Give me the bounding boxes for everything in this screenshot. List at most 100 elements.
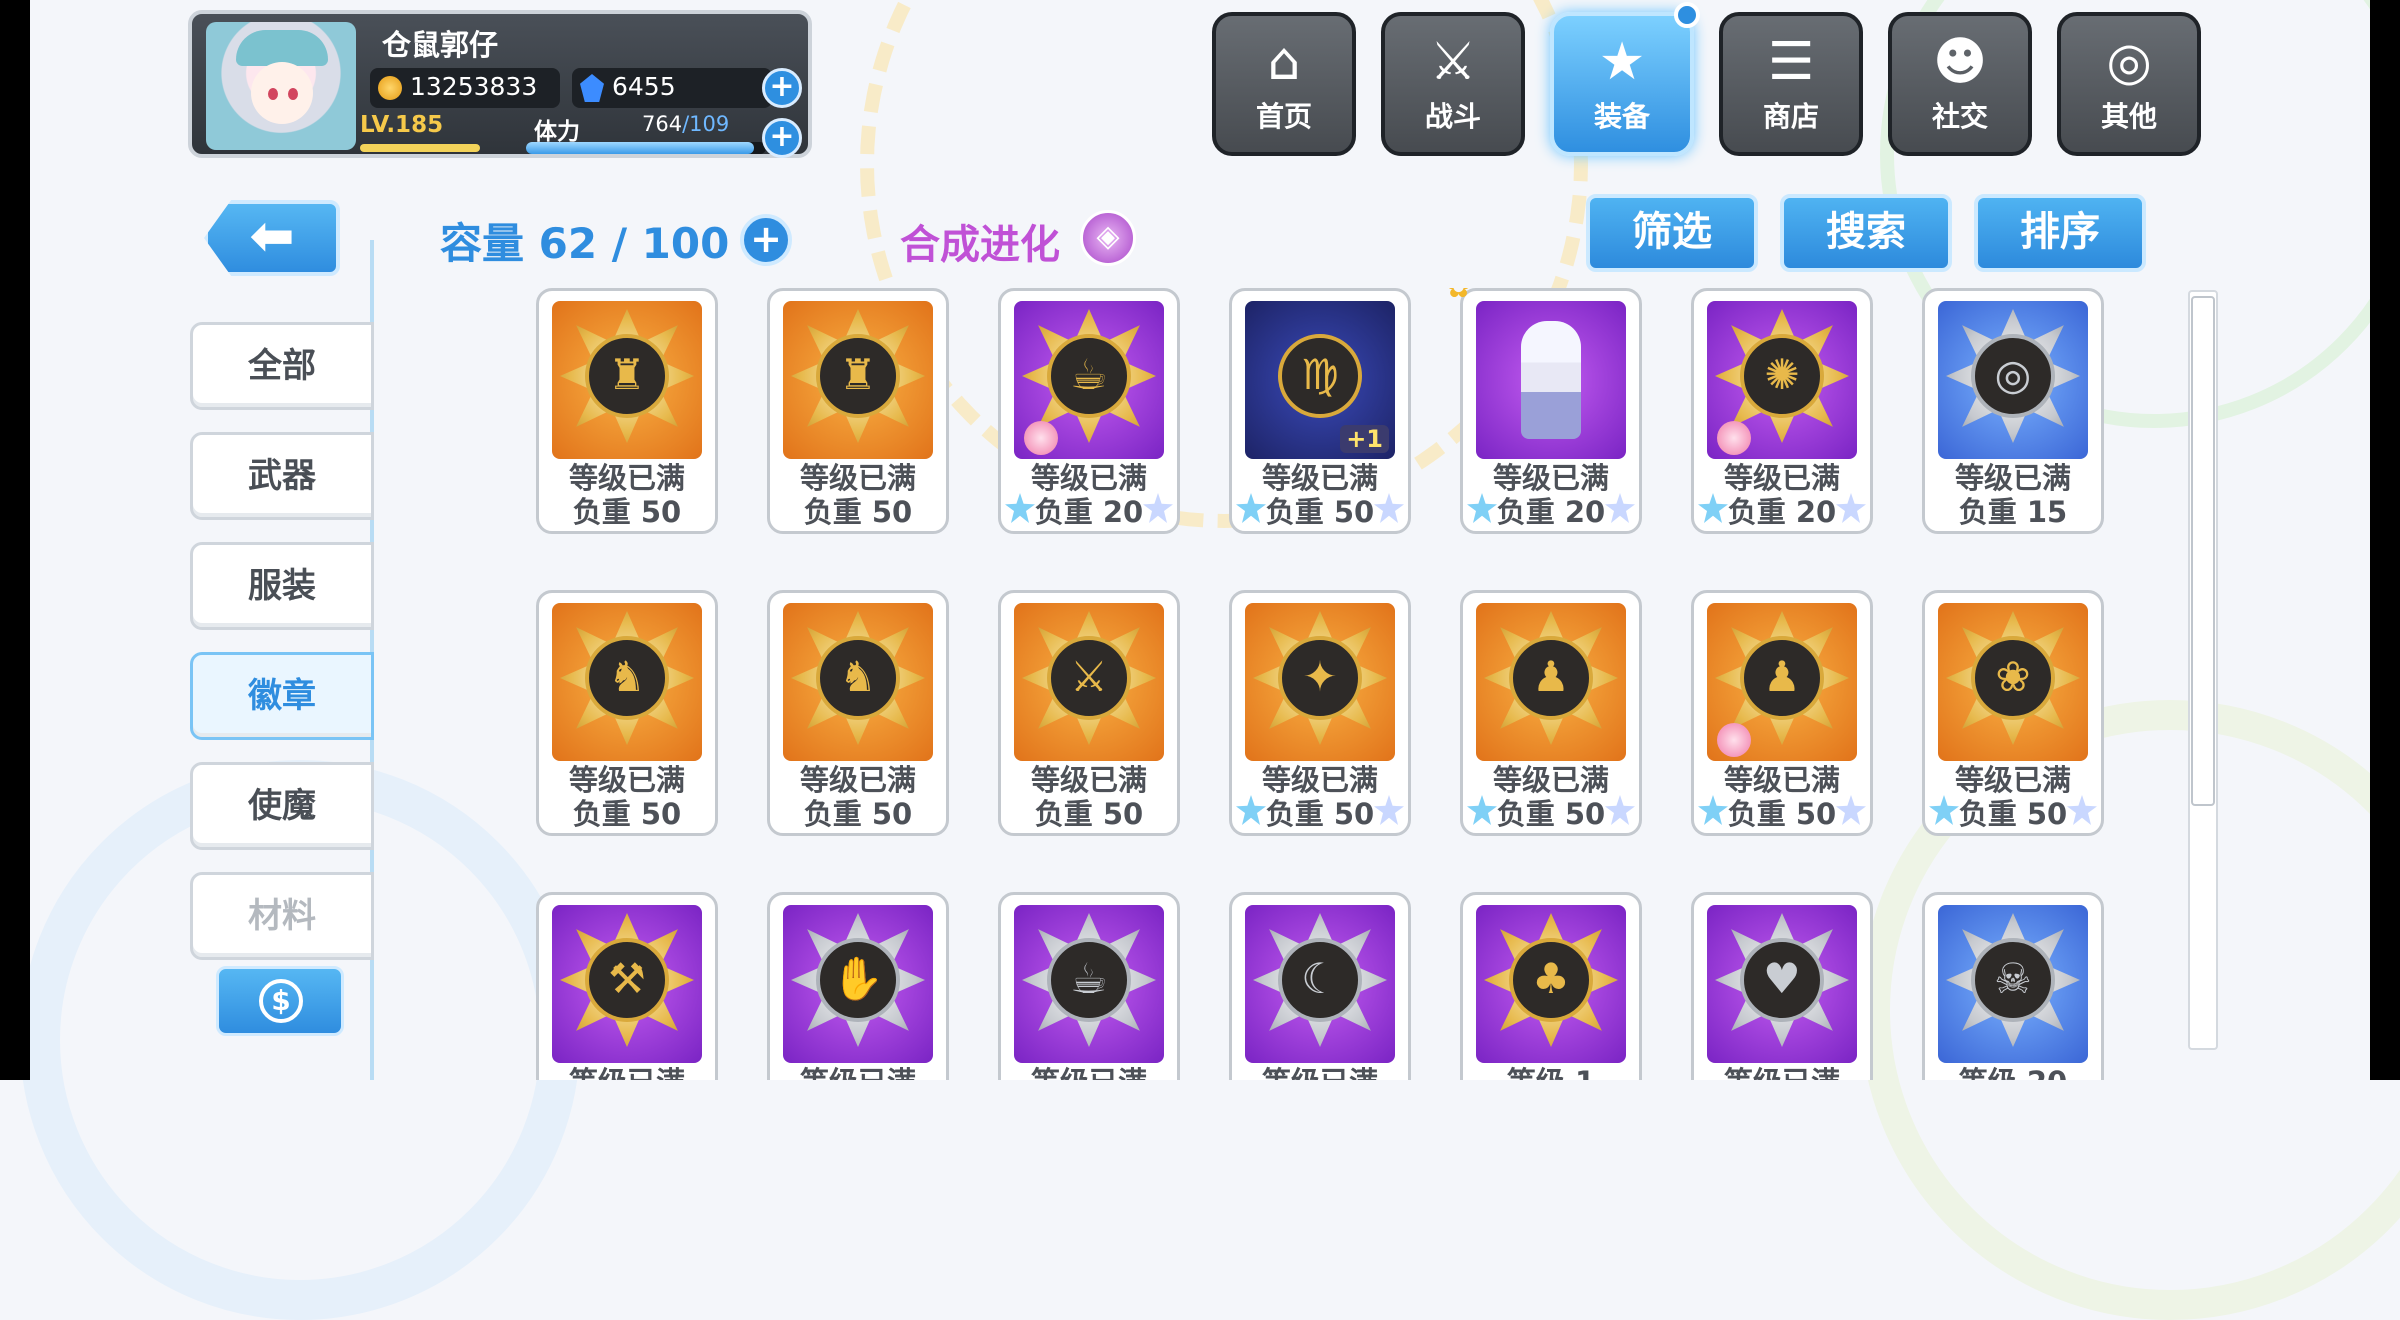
badge-status: 等级已满 — [1001, 1065, 1177, 1080]
sidebar-item-all[interactable]: 全部 — [190, 322, 374, 410]
nav-equip[interactable]: ★ 装备 — [1550, 12, 1694, 156]
sidebar-item-familiars[interactable]: 使魔 — [190, 762, 374, 850]
badge-image: ❀ — [1938, 603, 2088, 761]
badge-image: ◎ — [1938, 301, 2088, 459]
badge-card[interactable]: ☠ 等级 20 — [1922, 892, 2104, 1080]
currency-button[interactable]: $ — [216, 966, 344, 1036]
badge-card[interactable]: ♣ 等级 1 — [1460, 892, 1642, 1080]
badge-weight-text: 负重 50 — [1496, 797, 1606, 831]
badge-weight-text: 负重 50 — [1265, 797, 1375, 831]
scrollbar-thumb[interactable] — [2191, 296, 2215, 806]
badge-card[interactable]: ♜ 等级已满 负重 50 — [536, 288, 718, 534]
badge-card[interactable]: ◎ 等级已满 负重 15 — [1922, 288, 2104, 534]
badge-image: ♜ — [783, 301, 933, 459]
badge-emblem-icon: ♞ — [816, 636, 900, 720]
star-icon: ★ — [1598, 32, 1646, 92]
badge-card[interactable]: ♟ 等级已满 负重 50 — [1460, 590, 1642, 836]
badge-status: 等级 20 — [1925, 1065, 2101, 1080]
badge-emblem-icon: ⚒ — [585, 938, 669, 1022]
badge-card[interactable]: ♍ +1 等级已满 负重 50 — [1229, 288, 1411, 534]
badge-emblem-icon: ♣ — [1509, 938, 1593, 1022]
badge-weight-text: 负重 50 — [803, 495, 913, 529]
badge-image: ♜ — [552, 301, 702, 459]
crossed-swords-icon: ⚔ — [1429, 32, 1477, 92]
coin-icon — [378, 76, 402, 100]
badge-card[interactable]: ⚔ 等级已满 负重 50 — [998, 590, 1180, 836]
expand-capacity-button[interactable]: + — [740, 214, 792, 266]
badge-level-text: 等级已满 — [539, 1065, 715, 1080]
nav-social[interactable]: ☻ 社交 — [1888, 12, 2032, 156]
badge-weight-text: 负重 20 — [1034, 495, 1144, 529]
flower-icon — [1024, 421, 1058, 455]
coin-counter: 13253833 — [370, 68, 560, 108]
badge-emblem-icon: ☾ — [1278, 938, 1362, 1022]
badge-card[interactable]: 等级已满 负重 20 — [1460, 288, 1642, 534]
badge-weight-text: 负重 50 — [803, 797, 913, 831]
badge-image: ♞ — [783, 603, 933, 761]
badge-card[interactable]: ☾ 等级已满 — [1229, 892, 1411, 1080]
badge-image: ♍ +1 — [1245, 301, 1395, 459]
badge-status: 等级已满 负重 50 — [770, 461, 946, 529]
player-level: LV.185 — [360, 112, 444, 138]
badge-image: ☕ — [1014, 905, 1164, 1063]
badge-weight-text: 负重 20 — [1727, 495, 1837, 529]
badge-status: 等级已满 负重 50 — [1694, 763, 1870, 831]
sort-button[interactable]: 排序 — [1974, 194, 2146, 272]
badge-level-text: 等级已满 — [1492, 461, 1609, 495]
badge-image: ♞ — [552, 603, 702, 761]
badge-card[interactable]: ✋ 等级已满 — [767, 892, 949, 1080]
badge-image: ♟ — [1476, 603, 1626, 761]
filter-button[interactable]: 筛选 — [1586, 194, 1758, 272]
flower-icon — [1717, 723, 1751, 757]
nav-shop[interactable]: ☰ 商店 — [1719, 12, 1863, 156]
sidebar-item-weapons[interactable]: 武器 — [190, 432, 374, 520]
coin-value: 13253833 — [410, 72, 538, 101]
badge-emblem-icon: ☕ — [1047, 334, 1131, 418]
dollar-icon: $ — [259, 979, 303, 1023]
badge-image: ☕ — [1014, 301, 1164, 459]
badge-level-text: 等级已满 — [1001, 1065, 1177, 1080]
badge-status: 等级已满 负重 50 — [1001, 763, 1177, 831]
synthesis-icon[interactable]: ◈ — [1080, 210, 1136, 266]
sidebar-item-materials[interactable]: 材料 — [190, 872, 374, 960]
avatar-eye — [288, 88, 298, 100]
badge-card[interactable]: ♥ 等级已满 — [1691, 892, 1873, 1080]
badge-status: 等级已满 负重 20 — [1694, 461, 1870, 529]
refine-level-badge: +1 — [1340, 425, 1389, 453]
badge-status: 等级已满 负重 15 — [1925, 461, 2101, 529]
level-progress-bar — [360, 144, 480, 152]
badge-card[interactable]: ✦ 等级已满 负重 50 — [1229, 590, 1411, 836]
badge-card[interactable]: ♜ 等级已满 负重 50 — [767, 288, 949, 534]
nav-battle[interactable]: ⚔ 战斗 — [1381, 12, 1525, 156]
nav-other[interactable]: ◎ 其他 — [2057, 12, 2201, 156]
badge-card[interactable]: ☕ 等级已满 — [998, 892, 1180, 1080]
badge-status: 等级已满 — [770, 1065, 946, 1080]
sidebar-item-badges[interactable]: 徽章 — [190, 652, 374, 740]
badge-card[interactable]: ☕ 等级已满 负重 20 — [998, 288, 1180, 534]
add-stamina-button[interactable]: + — [762, 118, 802, 158]
badge-card[interactable]: ♞ 等级已满 负重 50 — [536, 590, 718, 836]
avatar-eye — [268, 88, 278, 100]
badge-weight-text: 负重 20 — [1496, 495, 1606, 529]
add-gems-button[interactable]: + — [762, 68, 802, 108]
nav-home[interactable]: ⌂ 首页 — [1212, 12, 1356, 156]
back-button[interactable]: ⬅ — [204, 200, 340, 276]
sidebar-item-clothing[interactable]: 服装 — [190, 542, 374, 630]
badge-image: ✋ — [783, 905, 933, 1063]
synthesis-evolve-button[interactable]: 合成进化 — [900, 212, 1060, 270]
avatar[interactable] — [206, 22, 356, 150]
badge-status: 等级已满 — [539, 1065, 715, 1080]
badge-card[interactable]: ♟ 等级已满 负重 50 — [1691, 590, 1873, 836]
badge-weight-text: 负重 50 — [572, 495, 682, 529]
badge-image: ♟ — [1707, 603, 1857, 761]
badge-status: 等级已满 负重 20 — [1463, 461, 1639, 529]
badge-card[interactable]: ❀ 等级已满 负重 50 — [1922, 590, 2104, 836]
badge-emblem-icon: ☠ — [1971, 938, 2055, 1022]
gem-counter: 6455 — [572, 68, 772, 108]
search-button[interactable]: 搜索 — [1780, 194, 1952, 272]
badge-card[interactable]: ✺ 等级已满 负重 20 — [1691, 288, 1873, 534]
badge-image: ☾ — [1245, 905, 1395, 1063]
badge-card[interactable]: ⚒ 等级已满 — [536, 892, 718, 1080]
badge-card[interactable]: ♞ 等级已满 负重 50 — [767, 590, 949, 836]
badge-emblem-icon: ◎ — [1971, 334, 2055, 418]
